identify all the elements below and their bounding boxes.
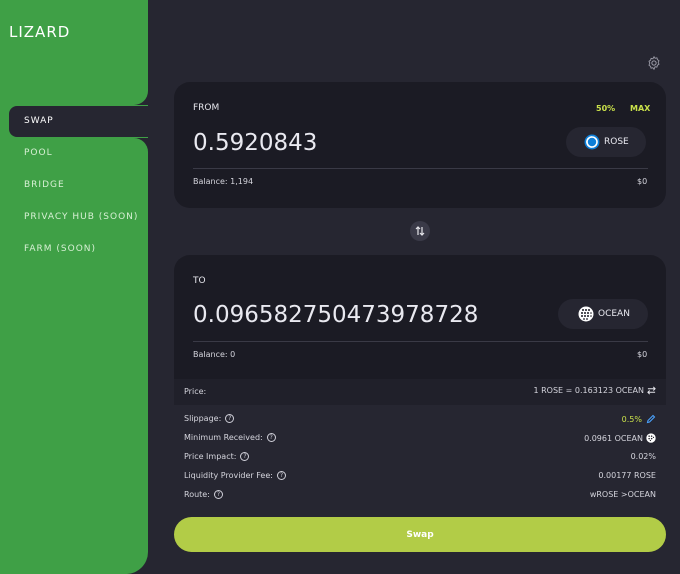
logo: LIZARD — [9, 23, 71, 41]
question-icon[interactable]: ? — [266, 433, 276, 442]
half-button[interactable]: 50% — [596, 104, 615, 113]
ocean-token-icon — [646, 433, 656, 443]
sidebar-item-swap[interactable]: SWAP — [9, 106, 159, 137]
max-button[interactable]: MAX — [630, 104, 650, 113]
ocean-token-icon — [578, 306, 594, 322]
swap-button[interactable]: Swap — [174, 517, 666, 552]
lp-fee-row: Liquidity Provider Fee: ? — [184, 471, 286, 480]
from-balance: Balance: 1,194 — [193, 177, 254, 186]
question-icon[interactable]: ? — [225, 414, 235, 423]
to-amount-output[interactable]: 0.09658275047397872​8 — [193, 302, 478, 328]
sidebar-bg-top — [0, 0, 148, 105]
sidebar-item-label: SWAP — [24, 116, 54, 126]
min-received-value: 0.0961 OCEAN — [584, 433, 643, 443]
price-label: Price: — [184, 387, 207, 396]
price-impact-value: 0.02% — [630, 452, 656, 461]
price-impact-label: Price Impact: — [184, 452, 237, 461]
pencil-icon[interactable] — [646, 414, 656, 424]
min-received-row: Minimum Received: ? — [184, 433, 276, 442]
invert-price-icon[interactable] — [647, 386, 656, 395]
gear-icon[interactable] — [646, 55, 662, 71]
to-balance: Balance: 0 — [193, 350, 236, 359]
sidebar-item-bridge[interactable]: BRIDGE — [24, 180, 65, 190]
swap-direction-button[interactable] — [410, 221, 430, 241]
to-token-select[interactable]: OCEAN — [558, 299, 648, 329]
route-value: wROSE >OCEAN — [589, 490, 656, 499]
question-icon[interactable]: ? — [213, 490, 223, 499]
from-usd-value: $0 — [637, 177, 648, 186]
sidebar-bg-bottom — [0, 138, 148, 574]
to-label: TO — [193, 276, 206, 286]
route-row: Route: ? — [184, 490, 223, 499]
from-amount-input[interactable]: 0.5920843 — [193, 130, 317, 156]
swap-arrows-icon — [415, 226, 425, 236]
question-icon[interactable]: ? — [276, 471, 286, 480]
price-impact-row: Price Impact: ? — [184, 452, 250, 461]
price-value-row: 1 ROSE = 0.163123 OCEAN — [533, 386, 656, 395]
app: LIZARD SWAP POOL BRIDGE PRIVACY HUB (SOO… — [0, 0, 680, 574]
slippage-value-row: 0.5% — [622, 414, 656, 424]
sidebar-item-pool[interactable]: POOL — [24, 148, 53, 158]
lp-fee-label: Liquidity Provider Fee: — [184, 471, 273, 480]
sidebar: LIZARD SWAP POOL BRIDGE PRIVACY HUB (SOO… — [0, 0, 159, 574]
to-token-name: OCEAN — [598, 309, 630, 319]
slippage-label: Slippage: — [184, 414, 222, 423]
min-received-value-row: 0.0961 OCEAN — [584, 433, 656, 443]
rose-token-icon — [584, 134, 600, 150]
slippage-row: Slippage: ? — [184, 414, 235, 423]
to-divider — [193, 341, 648, 342]
price-row: Price: 1 ROSE = 0.163123 OCEAN — [174, 379, 666, 405]
slippage-value: 0.5% — [621, 414, 642, 424]
route-label: Route: — [184, 490, 210, 499]
question-icon[interactable]: ? — [240, 452, 250, 461]
sidebar-item-farm[interactable]: FARM (SOON) — [24, 244, 96, 254]
swap-details: Price: 1 ROSE = 0.163123 OCEAN Slippage:… — [174, 379, 666, 514]
to-panel: TO 0.09658275047397872​8 OCEAN Balance: … — [174, 255, 666, 379]
lp-fee-value: 0.00177 ROSE — [598, 471, 656, 480]
from-label: FROM — [193, 103, 220, 113]
min-received-label: Minimum Received: — [184, 433, 263, 442]
to-usd-value: $0 — [637, 350, 648, 359]
from-token-name: ROSE — [604, 137, 629, 147]
sidebar-item-privacy-hub[interactable]: PRIVACY HUB (SOON) — [24, 212, 138, 222]
from-divider — [193, 168, 648, 169]
from-panel: FROM 50% MAX 0.5920843 ROSE Balance: 1,1… — [174, 82, 666, 208]
from-token-select[interactable]: ROSE — [566, 127, 646, 157]
price-value: 1 ROSE = 0.163123 OCEAN — [533, 386, 644, 395]
